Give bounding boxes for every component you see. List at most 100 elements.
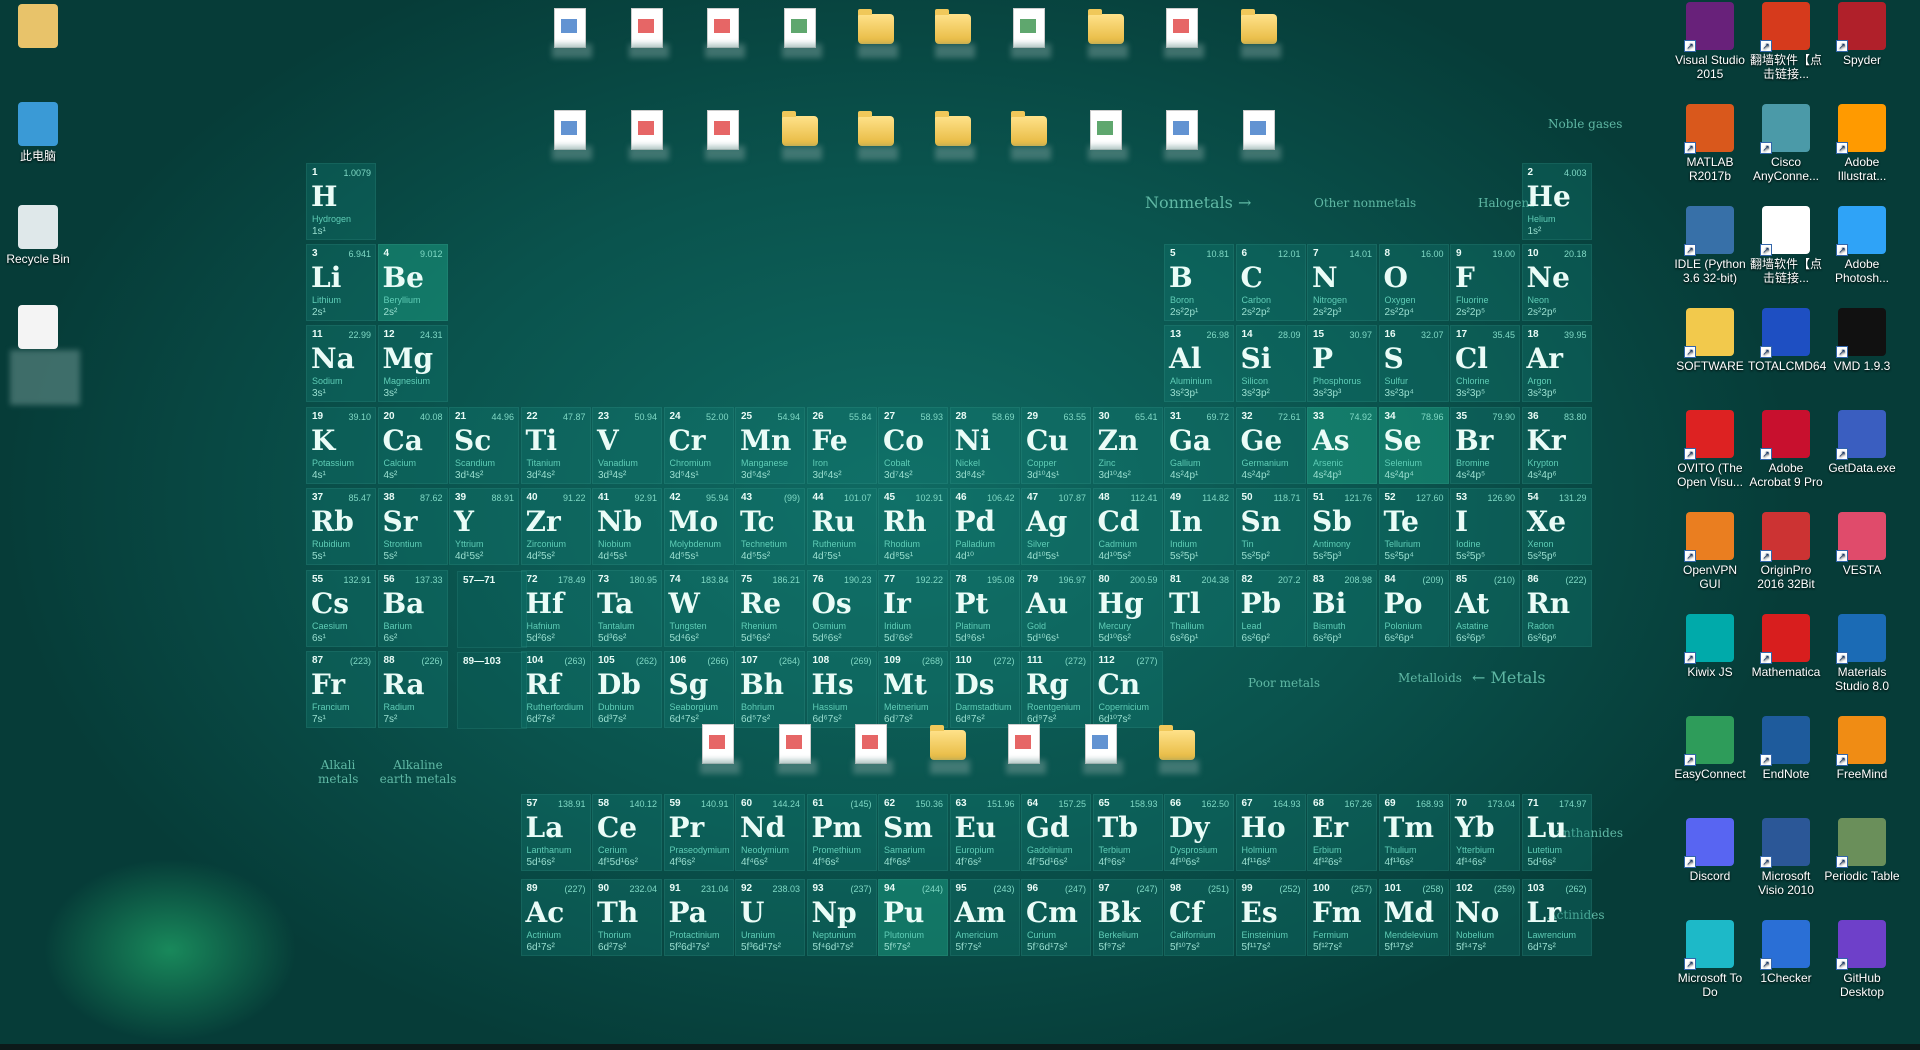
desktop-icon-psiphon[interactable]: ↗ 翻墙软件【点击链接... xyxy=(1748,2,1824,81)
image-file-icon[interactable] xyxy=(1079,718,1123,774)
folder-icon[interactable] xyxy=(854,2,898,58)
archive-file-icon-glyph xyxy=(778,724,811,764)
pdf-file-icon[interactable] xyxy=(701,104,745,160)
desktop-icon-periodic-table[interactable]: ↗ Periodic Table xyxy=(1824,818,1900,883)
shortcut-arrow-icon: ↗ xyxy=(1836,142,1848,154)
desktop-icon-endnote[interactable]: ↗ EndNote xyxy=(1748,716,1824,781)
desktop-icon-visual-studio[interactable]: ↗ Visual Studio 2015 xyxy=(1672,2,1748,81)
folder-icon[interactable] xyxy=(1155,718,1199,774)
desktop-icon-easyconnect[interactable]: ↗ EasyConnect xyxy=(1672,716,1748,781)
shortcut-arrow-icon: ↗ xyxy=(1836,346,1848,358)
desktop-icon-materials-studio[interactable]: ↗ Materials Studio 8.0 xyxy=(1824,614,1900,693)
desktop-icon-pdf-document[interactable] xyxy=(0,305,76,352)
electron-configuration: 1s¹ xyxy=(312,226,326,237)
desktop-icon-matlab[interactable]: ↗ MATLAB R2017b xyxy=(1672,104,1748,183)
shortcut-arrow-icon: ↗ xyxy=(1836,40,1848,52)
desktop-icon-openvpn[interactable]: ↗ OpenVPN GUI xyxy=(1672,512,1748,591)
element-symbol: Au xyxy=(1026,587,1069,620)
desktop-icon-spyder[interactable]: ↗ Spyder xyxy=(1824,2,1900,67)
pdf-file-icon[interactable] xyxy=(625,2,669,58)
folder-icon-glyph xyxy=(934,9,971,44)
element-symbol: Ds xyxy=(954,668,995,701)
folder-icon[interactable] xyxy=(1237,2,1281,58)
element-rh: 45 102.91 Rh Rhodium 4d⁸5s¹ xyxy=(878,488,948,565)
desktop-icon-label: Microsoft To Do xyxy=(1677,971,1743,999)
desktop-icon-computer[interactable]: 此电脑 xyxy=(0,102,76,163)
atomic-mass: 107.87 xyxy=(1058,493,1086,503)
desktop-icon-kiwix[interactable]: ↗ Kiwix JS xyxy=(1672,614,1748,679)
folder-icon[interactable] xyxy=(778,104,822,160)
excel-file-icon[interactable] xyxy=(1084,104,1128,160)
desktop-icon-illustrator[interactable]: ↗ Adobe Illustrat... xyxy=(1824,104,1900,183)
electron-configuration: 4f⁷6s² xyxy=(955,857,982,868)
document-file-icon[interactable] xyxy=(1160,2,1204,58)
taskbar[interactable] xyxy=(0,1044,1920,1050)
electron-configuration: 3s²3p⁶ xyxy=(1527,388,1557,399)
desktop-icon-onechecker[interactable]: ↗ 1Checker xyxy=(1748,920,1824,985)
archive-file-icon-glyph xyxy=(702,724,734,764)
desktop-icon-mathematica[interactable]: ↗ Mathematica xyxy=(1748,614,1824,679)
folder-icon[interactable] xyxy=(931,104,975,160)
folder-icon[interactable] xyxy=(926,718,970,774)
image-file-icon[interactable] xyxy=(1237,104,1281,160)
pdf-file-icon[interactable] xyxy=(701,2,745,58)
desktop-icon-cisco-anyconnect[interactable]: ↗ Cisco AnyConne... xyxy=(1748,104,1824,183)
desktop-icon-discord[interactable]: ↗ Discord xyxy=(1672,818,1748,883)
desktop-icon-vmd[interactable]: ↗ VMD 1.9.3 xyxy=(1824,308,1900,373)
excel-file-icon[interactable] xyxy=(1007,2,1051,58)
desktop-icon-recycle-bin[interactable]: Recycle Bin xyxy=(0,205,76,266)
desktop-icon-getdata[interactable]: ↗ GetData.exe xyxy=(1824,410,1900,475)
desktop-icon-photoshop[interactable]: ↗ Adobe Photosh... xyxy=(1824,206,1900,285)
atomic-mass: 95.94 xyxy=(705,493,729,503)
atomic-number: 20 xyxy=(383,411,395,422)
desktop-icon-folder[interactable]: ↗ SOFTWARE xyxy=(1672,308,1748,373)
atomic-number: 30 xyxy=(1098,411,1110,422)
image-file-icon[interactable] xyxy=(1160,104,1204,160)
atomic-number: 57 xyxy=(526,798,538,809)
desktop-icon-todo[interactable]: ↗ Microsoft To Do xyxy=(1672,920,1748,999)
desktop-icon-vesta[interactable]: ↗ VESTA xyxy=(1824,512,1900,577)
media-file-icon[interactable] xyxy=(548,104,592,160)
desktop-icon-user-folder[interactable] xyxy=(0,4,76,51)
element-symbol: Bh xyxy=(740,668,785,701)
electron-configuration: 4f⁴6s² xyxy=(741,857,768,868)
desktop-icon-python-idle[interactable]: ↗ IDLE (Python 3.6 32-bit) xyxy=(1672,206,1748,285)
element-name: Magnesium xyxy=(383,376,431,386)
desktop-icon-freemind[interactable]: ↗ FreeMind xyxy=(1824,716,1900,781)
element-se: 34 78.96 Se Selenium 4s²4p⁴ xyxy=(1378,407,1449,484)
folder-icon[interactable] xyxy=(1007,104,1051,160)
cisco-anyconnect-icon: ↗ xyxy=(1760,104,1810,154)
excel-file-icon[interactable] xyxy=(778,2,822,58)
folder-icon[interactable] xyxy=(854,104,898,160)
blurred-label xyxy=(776,760,817,774)
folder-icon[interactable] xyxy=(931,2,975,58)
desktop-icon-originpro[interactable]: ↗ OriginPro 2016 32Bit xyxy=(1748,512,1824,591)
shortcut-arrow-icon: ↗ xyxy=(1760,856,1772,868)
electron-configuration: 2s²2p² xyxy=(1241,307,1270,318)
element-name: Samarium xyxy=(884,845,926,855)
atomic-mass: 168.93 xyxy=(1415,799,1444,809)
image-file-icon-glyph xyxy=(1084,724,1117,764)
desktop-icon-text-file[interactable]: ↗ 翻墙软件【点击链接... xyxy=(1748,206,1824,285)
total-commander-icon: ↗ xyxy=(1760,308,1810,358)
desktop-icon-ovito[interactable]: ↗ OVITO (The Open Visu... xyxy=(1672,410,1748,489)
element-symbol: Mt xyxy=(883,668,927,701)
shortcut-file-icon[interactable] xyxy=(548,2,592,58)
archive-file-icon[interactable] xyxy=(696,718,740,774)
atomic-mass: 58.69 xyxy=(991,412,1015,422)
element-name: Iron xyxy=(812,458,829,468)
archive-file-icon[interactable] xyxy=(1002,718,1046,774)
electron-configuration: 5d⁴6s² xyxy=(669,633,699,644)
desktop-icon-acrobat[interactable]: ↗ Adobe Acrobat 9 Pro xyxy=(1748,410,1824,489)
element-name: Francium xyxy=(312,702,350,712)
desktop-icon-github-desktop[interactable]: ↗ GitHub Desktop xyxy=(1824,920,1900,999)
winrar-file-icon[interactable] xyxy=(849,718,893,774)
folder-icon[interactable] xyxy=(1084,2,1128,58)
element-name: Osmium xyxy=(812,621,847,631)
desktop-icon-total-commander[interactable]: ↗ TOTALCMD64 xyxy=(1748,308,1826,373)
archive-file-icon[interactable] xyxy=(773,718,817,774)
atomic-number: 106 xyxy=(669,655,687,666)
desktop-icon-visio[interactable]: ↗ Microsoft Visio 2010 xyxy=(1748,818,1824,897)
pdf-file-icon[interactable] xyxy=(625,104,669,160)
element-ir: 77 192.22 Ir Iridium 5d⁷6s² xyxy=(878,570,948,647)
